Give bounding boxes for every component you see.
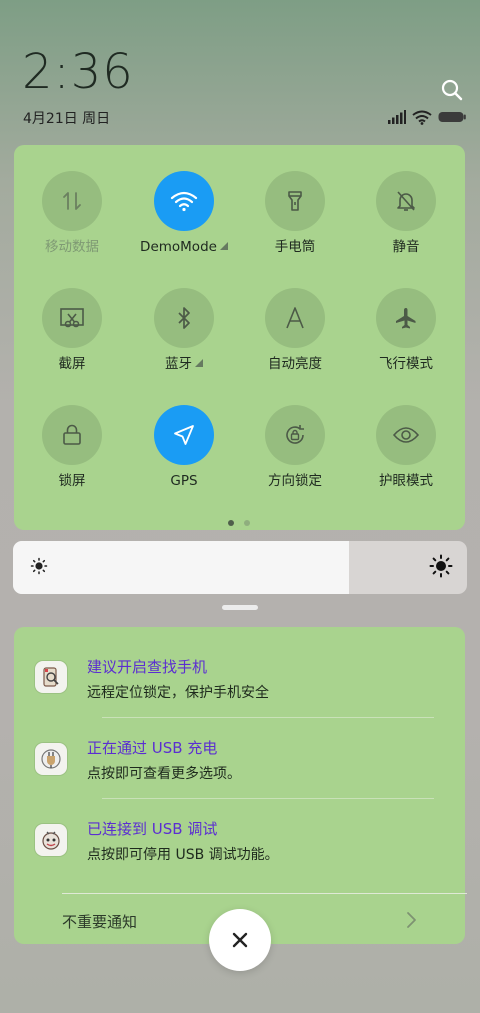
toggle-wifi[interactable]: DemoMode <box>129 171 239 256</box>
expand-triangle-icon[interactable] <box>195 359 203 367</box>
mute-bell-icon <box>376 171 436 231</box>
quick-settings-panel: 移动数据 DemoMode 手电筒 静音 截屏 蓝牙 自动亮度 飞行模式 锁屏 … <box>14 145 465 530</box>
notification-body: 点按即可停用 USB 调试功能。 <box>87 847 279 863</box>
chevron-right-icon[interactable] <box>404 910 418 934</box>
battery-icon <box>438 112 466 122</box>
page-indicator <box>228 520 250 526</box>
toggle-mute[interactable]: 静音 <box>351 171 461 256</box>
drag-handle[interactable] <box>222 605 258 610</box>
screenshot-icon <box>42 288 102 348</box>
auto-brightness-icon <box>265 288 325 348</box>
toggle-label: 静音 <box>392 239 420 255</box>
search-icon[interactable] <box>440 78 464 102</box>
toggle-label: DemoMode <box>140 239 217 255</box>
toggle-lock-screen[interactable]: 锁屏 <box>17 405 127 490</box>
date-label: 4月21日 周日 <box>23 111 111 127</box>
toggle-mobile-data[interactable]: 移动数据 <box>17 171 127 256</box>
brightness-low-icon <box>30 557 48 579</box>
toggle-label: 移动数据 <box>45 239 99 255</box>
expand-triangle-icon[interactable] <box>219 242 228 250</box>
toggle-bluetooth[interactable]: 蓝牙 <box>129 288 239 373</box>
lock-icon <box>42 405 102 465</box>
toggle-eye-comfort[interactable]: 护眼模式 <box>351 405 461 490</box>
toggle-label: 蓝牙 <box>165 356 192 372</box>
page-dot-active[interactable] <box>228 520 234 526</box>
wifi-signal-icon <box>412 110 432 125</box>
toggle-label: GPS <box>170 473 198 489</box>
notification-title: 已连接到 USB 调试 <box>87 820 218 838</box>
toggle-flashlight[interactable]: 手电筒 <box>240 171 350 256</box>
divider <box>102 717 434 718</box>
brightness-slider[interactable] <box>13 541 467 594</box>
rotation-lock-icon <box>265 405 325 465</box>
toggle-label: 手电筒 <box>274 239 316 255</box>
flashlight-icon <box>265 171 325 231</box>
notification-item[interactable]: 正在通过 USB 充电 点按即可查看更多选项。 <box>14 720 465 800</box>
wifi-icon <box>154 171 214 231</box>
unimportant-notifications-link[interactable]: 不重要通知 <box>62 911 137 932</box>
toggle-label: 飞行模式 <box>379 356 433 372</box>
toggle-label: 截屏 <box>58 356 86 372</box>
eye-icon <box>376 405 436 465</box>
notification-body: 点按即可查看更多选项。 <box>87 766 241 782</box>
location-arrow-icon <box>154 405 214 465</box>
divider <box>62 893 467 894</box>
close-icon <box>232 932 248 948</box>
find-phone-app-icon <box>35 661 67 693</box>
notification-panel: 建议开启查找手机 远程定位锁定，保护手机安全 正在通过 USB 充电 点按即可查… <box>14 627 465 944</box>
toggle-auto-brightness[interactable]: 自动亮度 <box>240 288 350 373</box>
toggle-label: 自动亮度 <box>268 356 322 372</box>
toggle-gps[interactable]: GPS <box>129 405 239 490</box>
toggle-label: 锁屏 <box>58 473 86 489</box>
brightness-high-icon <box>429 554 453 582</box>
clear-all-button[interactable] <box>209 909 271 971</box>
toggle-airplane[interactable]: 飞行模式 <box>351 288 461 373</box>
notification-title: 建议开启查找手机 <box>87 658 208 676</box>
bluetooth-icon <box>154 288 214 348</box>
android-debug-app-icon <box>35 824 67 856</box>
notification-item[interactable]: 已连接到 USB 调试 点按即可停用 USB 调试功能。 <box>14 801 465 881</box>
android-system-app-icon <box>35 743 67 775</box>
toggle-label: 护眼模式 <box>379 473 433 489</box>
toggle-screenshot[interactable]: 截屏 <box>17 288 127 373</box>
airplane-icon <box>376 288 436 348</box>
mobile-data-icon <box>42 171 102 231</box>
notification-body: 远程定位锁定，保护手机安全 <box>87 685 269 701</box>
notification-item[interactable]: 建议开启查找手机 远程定位锁定，保护手机安全 <box>14 639 465 719</box>
page-dot[interactable] <box>244 520 250 526</box>
brightness-fill <box>13 541 349 594</box>
cellular-signal-icon <box>388 110 406 124</box>
divider <box>102 798 434 799</box>
notification-title: 正在通过 USB 充电 <box>87 739 218 757</box>
clock: 2:36 <box>22 44 134 100</box>
status-icons <box>388 108 466 126</box>
toggle-rotation-lock[interactable]: 方向锁定 <box>240 405 350 490</box>
toggle-label: 方向锁定 <box>268 473 322 489</box>
